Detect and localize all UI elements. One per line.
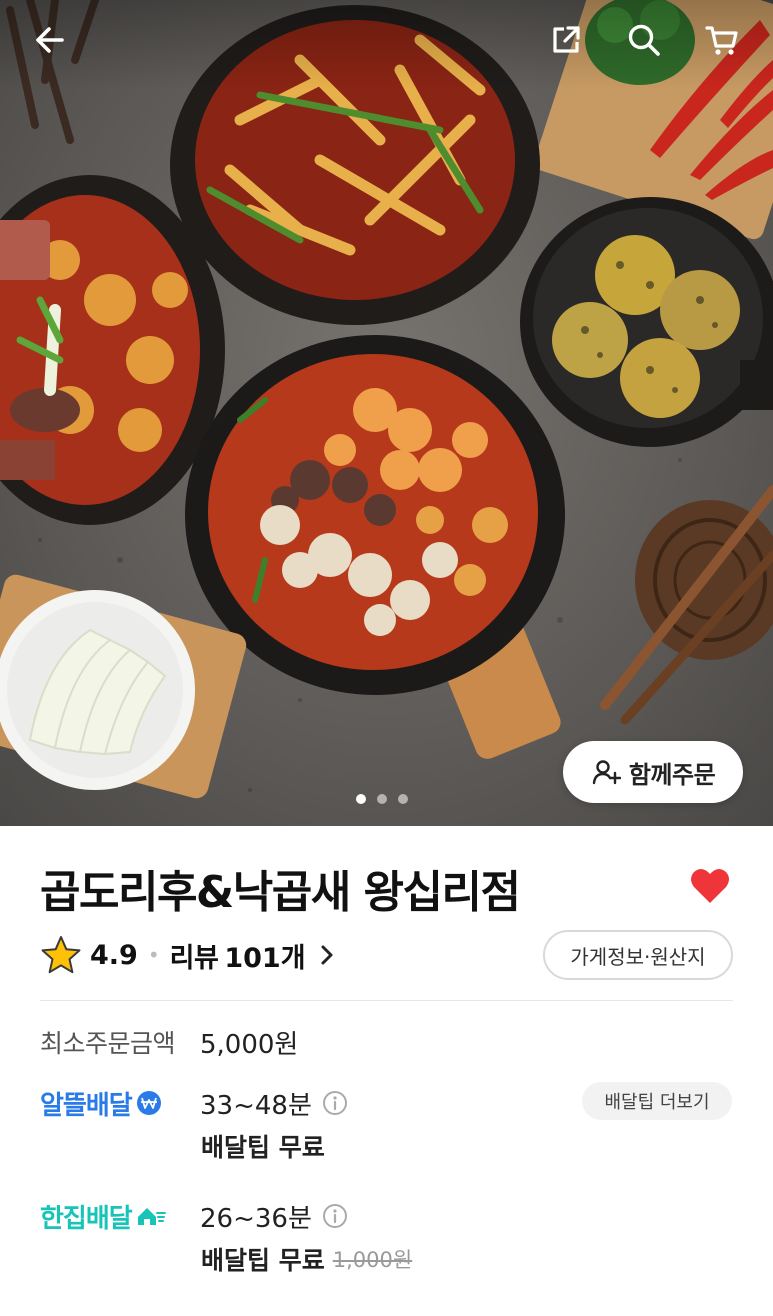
hero-image: 함께주문 (0, 0, 773, 826)
carousel-dot[interactable] (377, 794, 387, 804)
info-icon[interactable] (322, 1090, 348, 1116)
review-count: 101개 (224, 942, 306, 974)
saver-delivery-label: 알뜰배달 (40, 1085, 200, 1122)
divider (40, 1000, 733, 1001)
single-delivery-text: 한집배달 (40, 1203, 133, 1234)
food-photo (0, 0, 773, 799)
delivery-tip-more-button[interactable]: 배달팁 더보기 (582, 1082, 732, 1120)
search-icon (628, 24, 660, 56)
carousel-dot[interactable] (356, 794, 366, 804)
single-delivery-original-tip: 1,000원 (332, 1248, 413, 1272)
chevron-right-icon (321, 945, 333, 965)
fast-home-icon (137, 1208, 166, 1225)
saver-delivery-tip: 배달팁 무료 (201, 1133, 325, 1162)
search-button[interactable] (622, 18, 666, 62)
carousel-dot[interactable] (398, 794, 408, 804)
info-icon[interactable] (322, 1203, 348, 1229)
arrow-left-icon (36, 27, 64, 53)
min-order-label: 최소주문금액 (40, 1029, 176, 1058)
single-delivery-time: 26~36분 (200, 1203, 312, 1234)
person-add-icon (592, 760, 621, 785)
store-name: 곱도리후&낙곱새 왕십리점 (40, 867, 521, 918)
store-info-button[interactable]: 가게정보·원산지 (543, 930, 733, 980)
saver-delivery-time: 33~48분 (200, 1090, 312, 1121)
carousel-indicator (356, 794, 408, 804)
cart-icon (705, 26, 738, 55)
min-order-value: 5,000원 (200, 1029, 299, 1060)
single-delivery-label: 한집배달 (40, 1198, 200, 1235)
back-button[interactable] (28, 18, 72, 62)
saver-delivery-text: 알뜰배달 (40, 1090, 133, 1121)
single-delivery-row: 한집배달 26~36분 (40, 1194, 348, 1238)
saver-delivery-row: 알뜰배달 33~48분 (40, 1081, 348, 1125)
single-delivery-tip-row: 배달팁 무료 1,000원 (201, 1241, 412, 1277)
star-icon (41, 936, 81, 974)
group-order-label: 함께주문 (628, 760, 716, 789)
rating-row: 4.9 • 리뷰 101개 (40, 932, 338, 978)
review-label: 리뷰 (169, 942, 219, 974)
single-delivery-tip: 배달팁 무료 (201, 1246, 325, 1275)
review-link[interactable]: 리뷰 101개 (170, 936, 338, 975)
cart-button[interactable] (700, 18, 744, 62)
group-order-button[interactable]: 함께주문 (563, 741, 743, 803)
favorite-heart-icon[interactable] (689, 866, 731, 906)
separator-dot: • (147, 943, 160, 967)
min-order-row: 최소주문금액 5,000원 (40, 1020, 298, 1064)
share-button[interactable] (544, 18, 588, 62)
won-badge-icon (136, 1091, 161, 1115)
share-icon (553, 26, 580, 53)
rating-value: 4.9 (90, 939, 138, 971)
top-navigation-bar (0, 0, 773, 80)
